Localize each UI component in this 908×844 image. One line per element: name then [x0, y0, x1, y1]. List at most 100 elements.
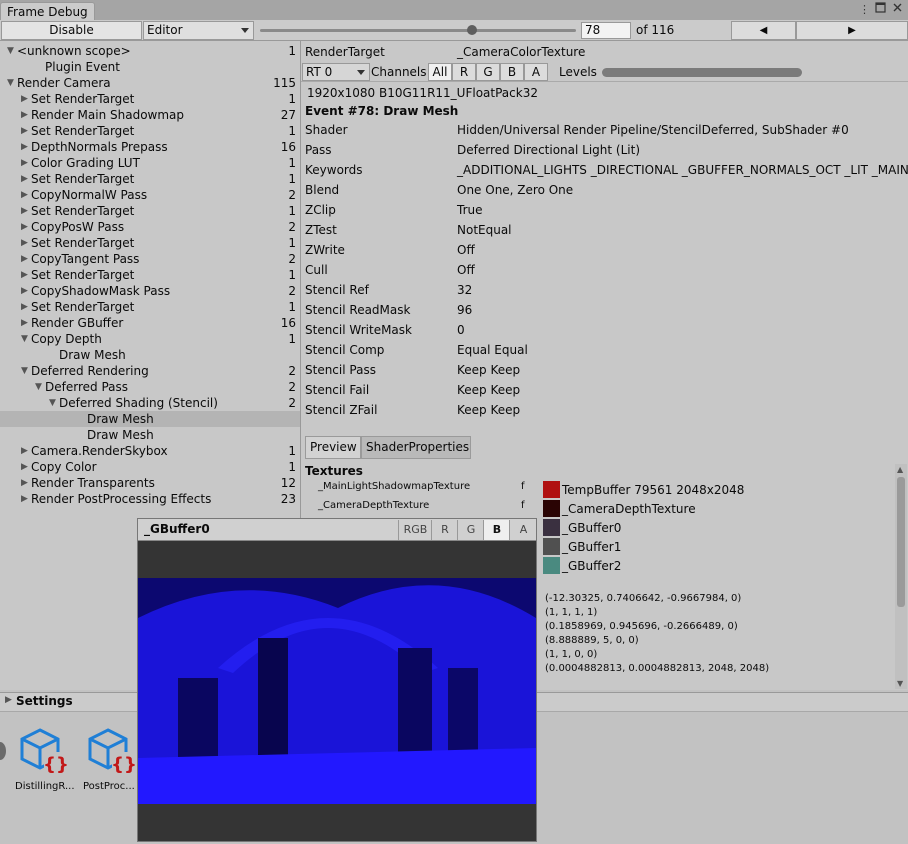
expanded-arrow-icon[interactable]: ▼	[21, 331, 28, 347]
tree-row[interactable]: ▶ Set RenderTarget 1	[0, 299, 300, 315]
channel-button-b[interactable]: B	[500, 63, 524, 81]
collapsed-arrow-icon[interactable]: ▶	[21, 171, 28, 187]
property-value: NotEqual	[457, 223, 512, 237]
tree-row-label: Render Transparents	[31, 476, 155, 490]
tree-row[interactable]: ▶ Set RenderTarget 1	[0, 267, 300, 283]
tree-row[interactable]: Plugin Event	[0, 59, 300, 75]
tree-row[interactable]: ▶ Set RenderTarget 1	[0, 123, 300, 139]
expanded-arrow-icon[interactable]: ▼	[49, 395, 56, 411]
collapsed-arrow-icon[interactable]: ▶	[21, 315, 28, 331]
collapsed-arrow-icon[interactable]: ▶	[21, 139, 28, 155]
frame-slider[interactable]	[260, 29, 576, 32]
tree-row[interactable]: ▶ Copy Color 1	[0, 459, 300, 475]
texture-thumbnail[interactable]	[543, 519, 560, 536]
texture-row[interactable]: _MainLightShadowmapTexture f TempBuffer 79…	[318, 481, 744, 500]
tab-preview[interactable]: Preview	[305, 436, 361, 459]
collapsed-arrow-icon[interactable]: ▶	[21, 491, 28, 507]
texture-thumbnail[interactable]	[543, 500, 560, 517]
collapsed-arrow-icon[interactable]: ▶	[21, 203, 28, 219]
tree-row[interactable]: ▼ Deferred Shading (Stencil) 2	[0, 395, 300, 411]
collapsed-arrow-icon[interactable]: ▶	[21, 187, 28, 203]
tree-row[interactable]: ▼ Copy Depth 1	[0, 331, 300, 347]
popup-channel-r[interactable]: R	[431, 520, 458, 540]
channel-button-g[interactable]: G	[476, 63, 500, 81]
tree-row[interactable]: ▶ CopyShadowMask Pass 2	[0, 283, 300, 299]
texture-thumbnail[interactable]	[543, 557, 560, 574]
expanded-arrow-icon[interactable]: ▼	[7, 75, 14, 91]
property-row: Stencil WriteMask 0	[305, 320, 465, 340]
tree-row-label: Render Main Shadowmap	[31, 108, 185, 122]
collapsed-arrow-icon[interactable]: ▶	[21, 443, 28, 459]
tree-row[interactable]: ▶ Render Transparents 12	[0, 475, 300, 491]
collapsed-arrow-icon[interactable]: ▶	[21, 299, 28, 315]
tree-row[interactable]: ▶ Color Grading LUT 1	[0, 155, 300, 171]
maximize-icon[interactable]	[875, 2, 886, 16]
tree-row[interactable]: ▶ DepthNormals Prepass 16	[0, 139, 300, 155]
collapsed-arrow-icon[interactable]: ▶	[21, 235, 28, 251]
tree-row[interactable]: ▶ Set RenderTarget 1	[0, 171, 300, 187]
shader-asset-icon[interactable]: {}	[86, 726, 138, 781]
texture-thumbnail[interactable]	[543, 481, 560, 498]
expanded-arrow-icon[interactable]: ▼	[21, 363, 28, 379]
scroll-down-icon[interactable]: ▼	[897, 679, 903, 688]
frame-index-input[interactable]: 78	[581, 22, 631, 39]
disable-button[interactable]: Disable	[1, 21, 142, 40]
texture-row[interactable]: _CameraDepthTexture f _CameraDepthTexture	[318, 500, 696, 519]
target-select[interactable]: Editor	[143, 21, 254, 40]
kebab-menu-icon[interactable]: ⋮	[859, 3, 870, 16]
tree-row[interactable]: ▼ Deferred Pass 2	[0, 379, 300, 395]
tree-row-count: 12	[280, 476, 296, 490]
tree-row[interactable]: ▶ Camera.RenderSkybox 1	[0, 443, 300, 459]
collapsed-arrow-icon[interactable]: ▶	[21, 459, 28, 475]
popup-channel-rgb[interactable]: RGB	[398, 520, 432, 540]
channel-button-all[interactable]: All	[428, 63, 452, 81]
rt-select[interactable]: RT 0	[302, 63, 370, 81]
collapsed-arrow-icon[interactable]: ▶	[21, 107, 28, 123]
popup-channel-g[interactable]: G	[457, 520, 484, 540]
tree-row[interactable]: ▼ Render Camera 115	[0, 75, 300, 91]
tree-row[interactable]: ▶ CopyTangent Pass 2	[0, 251, 300, 267]
tree-row[interactable]: Draw Mesh	[0, 411, 300, 427]
collapsed-arrow-icon[interactable]: ▶	[21, 155, 28, 171]
next-icon: ▶	[848, 25, 856, 36]
properties-scrollbar-thumb[interactable]	[897, 477, 905, 607]
tree-row[interactable]: ▶ Set RenderTarget 1	[0, 203, 300, 219]
next-frame-button[interactable]: ▶	[796, 21, 908, 40]
tree-row[interactable]: Draw Mesh	[0, 347, 300, 363]
collapsed-arrow-icon[interactable]: ▶	[21, 219, 28, 235]
channel-button-r[interactable]: R	[452, 63, 476, 81]
tree-row-label: DepthNormals Prepass	[31, 140, 168, 154]
channel-button-a[interactable]: A	[524, 63, 548, 81]
collapsed-arrow-icon[interactable]: ▶	[21, 251, 28, 267]
tree-row[interactable]: ▶ CopyNormalW Pass 2	[0, 187, 300, 203]
tree-row[interactable]: ▶ Render GBuffer 16	[0, 315, 300, 331]
collapsed-arrow-icon[interactable]: ▶	[21, 475, 28, 491]
frame-slider-thumb[interactable]	[466, 25, 477, 35]
chevron-right-icon[interactable]: ▶	[5, 695, 12, 705]
collapsed-arrow-icon[interactable]: ▶	[21, 267, 28, 283]
tree-row[interactable]: ▼ <unknown scope> 1	[0, 43, 300, 59]
popup-channel-a[interactable]: A	[509, 520, 537, 540]
tree-row[interactable]: ▶ CopyPosW Pass 2	[0, 219, 300, 235]
collapsed-arrow-icon[interactable]: ▶	[21, 91, 28, 107]
collapsed-arrow-icon[interactable]: ▶	[21, 123, 28, 139]
tab-shaderproperties[interactable]: ShaderProperties	[361, 436, 471, 459]
tree-row[interactable]: ▶ Render Main Shadowmap 27	[0, 107, 300, 123]
previous-frame-button[interactable]: ◀	[731, 21, 796, 40]
collapsed-arrow-icon[interactable]: ▶	[21, 283, 28, 299]
close-icon[interactable]	[892, 2, 903, 16]
popup-channel-b[interactable]: B	[483, 520, 510, 540]
texture-thumbnail[interactable]	[543, 538, 560, 555]
tree-row[interactable]: ▶ Set RenderTarget 1	[0, 235, 300, 251]
scroll-up-icon[interactable]: ▲	[897, 465, 903, 474]
expanded-arrow-icon[interactable]: ▼	[35, 379, 42, 395]
shader-asset-icon[interactable]: {}	[18, 726, 70, 781]
tree-row[interactable]: ▶ Render PostProcessing Effects 23	[0, 491, 300, 507]
tab-frame-debug[interactable]: Frame Debug	[0, 2, 95, 21]
tree-row[interactable]: Draw Mesh	[0, 427, 300, 443]
tree-row[interactable]: ▶ Set RenderTarget 1	[0, 91, 300, 107]
expanded-arrow-icon[interactable]: ▼	[7, 43, 14, 59]
tree-row[interactable]: ▼ Deferred Rendering 2	[0, 363, 300, 379]
levels-slider[interactable]	[602, 68, 802, 77]
texture-value: _GBuffer0	[562, 521, 622, 535]
